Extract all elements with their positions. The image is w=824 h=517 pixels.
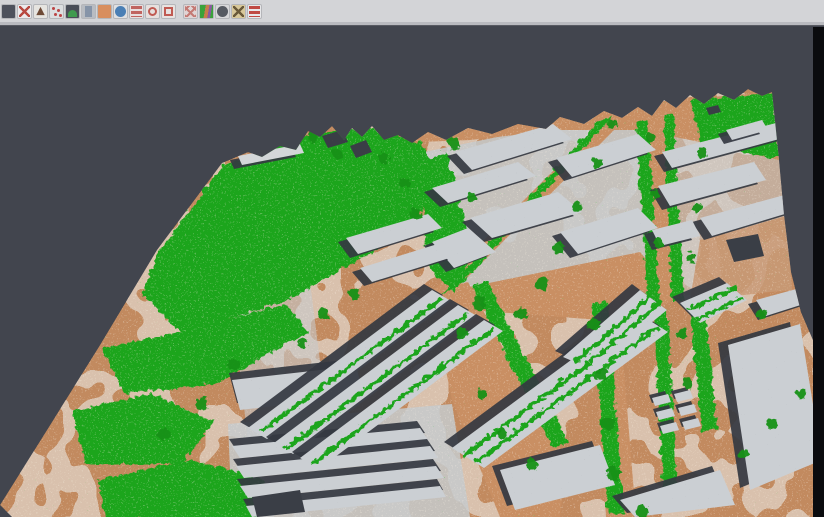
table-icon[interactable] <box>130 5 143 18</box>
hill-icon[interactable] <box>66 5 79 18</box>
terrain-mesh <box>0 27 824 517</box>
layers-icon[interactable] <box>248 5 261 18</box>
scene-svg <box>0 27 824 517</box>
extent-icon[interactable] <box>162 5 175 18</box>
3d-viewport[interactable] <box>0 27 824 517</box>
classification-map-icon[interactable] <box>200 5 213 18</box>
points-icon[interactable] <box>50 5 63 18</box>
panel-icon[interactable] <box>82 5 95 18</box>
terrain-icon[interactable] <box>34 5 47 18</box>
grid-icon[interactable] <box>184 5 197 18</box>
red-cross-icon[interactable] <box>18 5 31 18</box>
measure-icon[interactable] <box>232 5 245 18</box>
target-icon[interactable] <box>146 5 159 18</box>
toolbar <box>0 0 824 22</box>
dark-tile-icon[interactable] <box>2 5 15 18</box>
window-right-edge <box>813 27 824 517</box>
globe-icon[interactable] <box>114 5 127 18</box>
app-window <box>0 0 824 517</box>
ortho-icon[interactable] <box>98 5 111 18</box>
toolbar-separator <box>0 22 824 26</box>
sphere-icon[interactable] <box>216 5 229 18</box>
